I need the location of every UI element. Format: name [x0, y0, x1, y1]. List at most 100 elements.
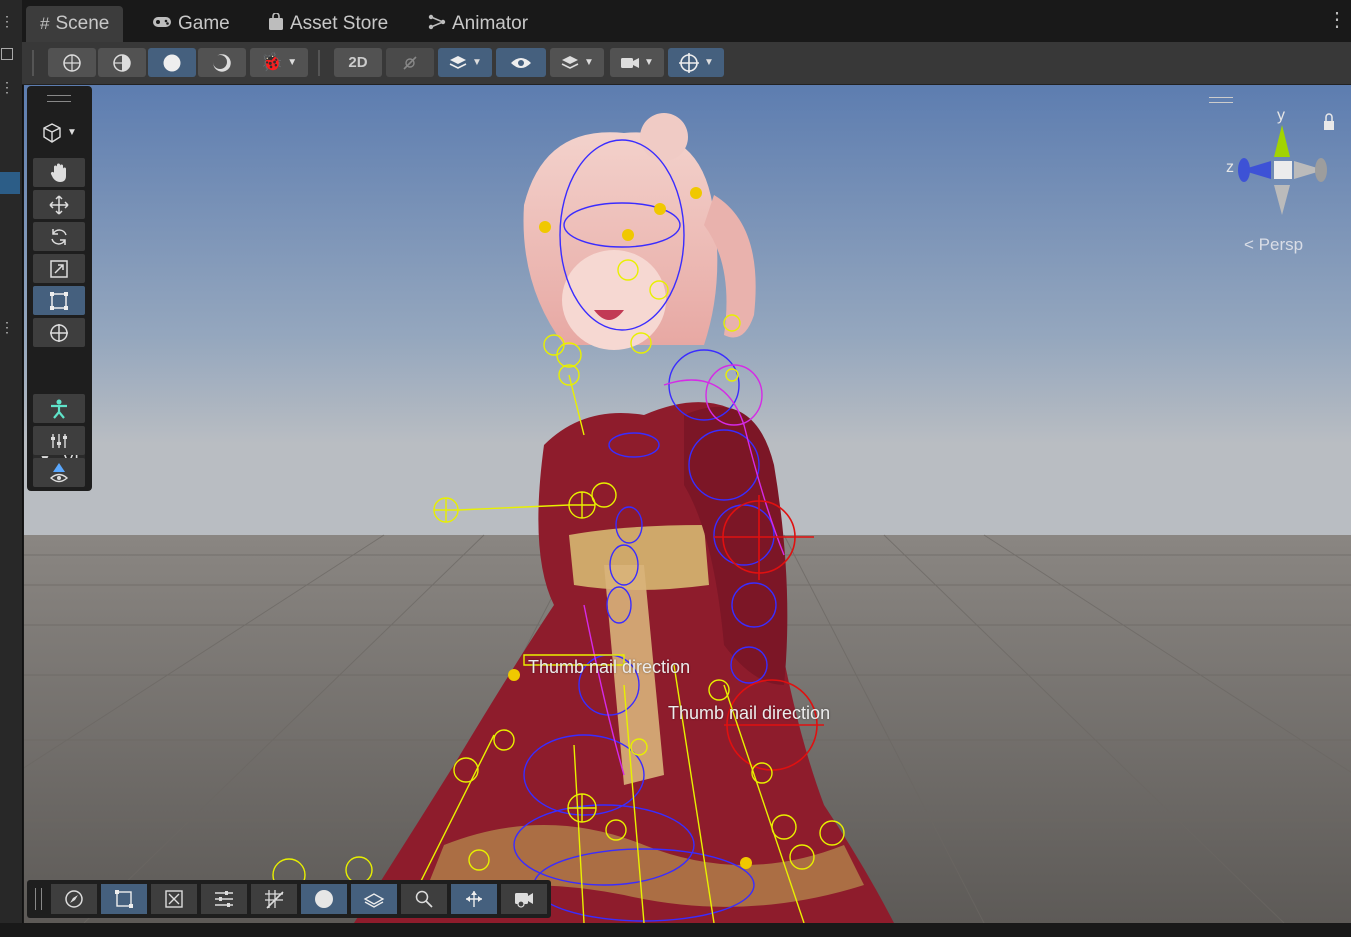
- rect-transform-icon: [50, 291, 68, 310]
- gizmo-axis-z-label[interactable]: z: [1226, 159, 1234, 177]
- hand-icon: [50, 163, 66, 182]
- overlay-drag-handle[interactable]: [35, 888, 42, 910]
- shaded-sphere-icon: [315, 890, 333, 908]
- pivot-overlay-button[interactable]: [451, 884, 497, 914]
- bug-icon: 🐞: [260, 52, 284, 72]
- layers-icon: [561, 55, 579, 69]
- transform-tool-button[interactable]: [33, 318, 85, 347]
- projection-label: Persp: [1258, 235, 1304, 254]
- shading-overlay-button[interactable]: [301, 884, 347, 914]
- scene-toolbar: 🐞 ▼ 2D ▼ ▼ ▼ ▼: [22, 42, 1351, 85]
- rotate-tool-button[interactable]: [33, 222, 85, 251]
- lighting-toggle-button[interactable]: [386, 48, 434, 77]
- 2d-toggle-button[interactable]: 2D: [334, 48, 382, 77]
- thumb-nail-direction-label: Thumb nail direction: [668, 703, 831, 723]
- dock-menu-icon-3[interactable]: ⋮: [0, 320, 14, 334]
- rect-overlay-button[interactable]: [101, 884, 147, 914]
- grid-snap-overlay-button[interactable]: [251, 884, 297, 914]
- kebab-menu-icon[interactable]: ⋮: [1327, 10, 1347, 30]
- navigate-overlay-button[interactable]: [51, 884, 97, 914]
- transform-icon: [50, 323, 68, 342]
- gizmo-axis-y-label[interactable]: y: [1277, 107, 1285, 125]
- camera-settings-dropdown[interactable]: ▼: [610, 48, 664, 77]
- rotate-icon: [51, 228, 67, 245]
- unlit-sphere-icon: [213, 53, 231, 72]
- scene-visibility-button[interactable]: [496, 48, 546, 77]
- scale-tool-button[interactable]: [33, 254, 85, 283]
- layers-dropdown[interactable]: ▼: [550, 48, 604, 77]
- chevron-down-icon: ▼: [67, 127, 77, 138]
- pivot-arrows-icon: [466, 891, 482, 907]
- wireframe-sphere-icon: [63, 53, 81, 72]
- search-overlay-button[interactable]: [401, 884, 447, 914]
- tool-context-dropdown[interactable]: ▼: [33, 118, 85, 147]
- effects-dropdown[interactable]: ▼: [438, 48, 492, 77]
- editor-tab-bar: # Scene Game Asset Store Animator ⋮: [22, 0, 1351, 42]
- tab-scene[interactable]: # Scene: [26, 6, 124, 42]
- camera-overlay-button[interactable]: [501, 884, 547, 914]
- unlit-mode-button[interactable]: [198, 48, 246, 77]
- chevron-down-icon: ▼: [644, 57, 654, 68]
- projection-toggle[interactable]: < Persp: [1244, 235, 1303, 255]
- scene-render: [24, 85, 1351, 923]
- camera-icon: [515, 893, 533, 908]
- layer-stack-icon: [363, 893, 385, 908]
- dock-menu-icon[interactable]: ⋮: [0, 14, 14, 28]
- sliders-horizontal-icon: [215, 891, 233, 907]
- gizmo-drag-handle[interactable]: [1209, 97, 1233, 103]
- move-tool-button[interactable]: [33, 190, 85, 219]
- rect-tool-button[interactable]: [33, 286, 85, 315]
- sliders-icon: [51, 433, 67, 448]
- debug-draw-mode-dropdown[interactable]: 🐞 ▼: [250, 48, 308, 77]
- toolbar-separator: [318, 50, 320, 76]
- chevron-down-icon: ▼: [287, 57, 298, 68]
- maximize-icon[interactable]: [1, 48, 13, 60]
- layers-effects-icon: [449, 55, 467, 69]
- tab-label: Scene: [55, 13, 110, 34]
- chevron-down-icon: ▼: [584, 57, 594, 68]
- left-dock-strip: ⋮ ⋮ ⋮: [0, 0, 23, 937]
- humanoid-icon: [51, 399, 67, 419]
- gizmo-sphere-icon: [679, 52, 700, 73]
- tab-animator[interactable]: Animator: [428, 6, 528, 42]
- move-arrows-icon: [49, 194, 69, 215]
- shopping-bag-icon: [268, 11, 284, 36]
- shaded-mode-button[interactable]: [148, 48, 196, 77]
- chevron-down-icon: ▼: [472, 57, 482, 68]
- grid-icon: #: [40, 14, 50, 33]
- adjust-settings-tool-button[interactable]: [33, 426, 85, 455]
- shaded-wireframe-mode-button[interactable]: [98, 48, 146, 77]
- bottom-status-strip: [0, 923, 1351, 937]
- light-off-icon: [403, 55, 417, 70]
- wireframe-mode-button[interactable]: [48, 48, 96, 77]
- layers-overlay-button[interactable]: [351, 884, 397, 914]
- hand-tool-button[interactable]: [33, 158, 85, 187]
- dock-menu-icon-2[interactable]: ⋮: [0, 80, 14, 94]
- rect-transform-icon: [115, 890, 133, 908]
- avatar-pose-tool-button[interactable]: [33, 394, 85, 423]
- chevron-left-icon: <: [1244, 235, 1254, 254]
- grid-snap-icon: [265, 890, 284, 909]
- tab-asset-store[interactable]: Asset Store: [268, 6, 388, 42]
- cube-icon: [43, 122, 61, 143]
- video-camera-icon: [621, 57, 640, 68]
- thumb-nail-direction-label: Thumb nail direction: [528, 657, 691, 677]
- settings-overlay-button[interactable]: [201, 884, 247, 914]
- overlay-drag-handle[interactable]: [47, 95, 71, 102]
- compass-icon: [65, 890, 83, 908]
- scale-icon: [50, 259, 68, 278]
- tab-game[interactable]: Game: [152, 6, 230, 42]
- eye-icon: [511, 57, 531, 68]
- overlay-toolbar: [27, 880, 551, 918]
- tab-label: Asset Store: [290, 13, 389, 34]
- resize-overlay-button[interactable]: [151, 884, 197, 914]
- tab-label: Game: [178, 13, 230, 34]
- scene-viewport[interactable]: y z Thumb nail direction Thumb nail dire…: [24, 85, 1351, 923]
- selected-hierarchy-row[interactable]: [0, 172, 20, 194]
- view-cone-eye-icon: [49, 462, 69, 482]
- visibility-tool-button[interactable]: [33, 458, 85, 487]
- 2d-icon: 2D: [348, 54, 368, 71]
- shaded-wireframe-icon: [113, 53, 131, 72]
- gizmos-dropdown[interactable]: ▼: [668, 48, 724, 77]
- tools-overlay: ▼ ▼ VI: [27, 86, 92, 491]
